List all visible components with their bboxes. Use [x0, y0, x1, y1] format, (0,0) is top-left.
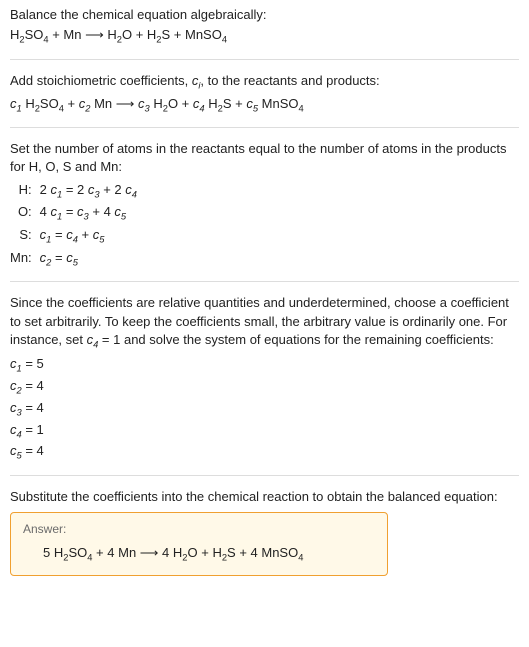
solved-coefficients: c1 = 5 c2 = 4 c3 = 4 c4 = 1 c5 = 4 — [10, 355, 519, 462]
row-label-s: S: — [10, 226, 32, 247]
product-h2o: H2O — [107, 27, 132, 42]
divider — [10, 281, 519, 282]
stoich-equation: c1 H2SO4 + c2 Mn ⟶ c3 H2O + c4 H2S + c5 … — [10, 95, 519, 116]
stoich-intro: Add stoichiometric coefficients, ci, to … — [10, 72, 519, 93]
row-eq-s: c1 = c4 + c5 — [40, 226, 137, 247]
arrow-icon: ⟶ — [112, 96, 138, 111]
answer-label: Answer: — [23, 521, 375, 538]
substitute-text: Substitute the coefficients into the che… — [10, 488, 519, 506]
coeff-c2: c2 = 4 — [10, 377, 519, 398]
divider — [10, 127, 519, 128]
atom-balance-table: H: 2 c1 = 2 c3 + 2 c4 O: 4 c1 = c3 + 4 c… — [10, 181, 519, 270]
answer-box: Answer: 5 H2SO4 + 4 Mn ⟶ 4 H2O + H2S + 4… — [10, 512, 388, 575]
coeff-c5: c5 = 4 — [10, 442, 519, 463]
row-eq-h: 2 c1 = 2 c3 + 2 c4 — [40, 181, 137, 202]
divider — [10, 475, 519, 476]
divider — [10, 59, 519, 60]
product-h2s: H2S — [147, 27, 170, 42]
row-label-o: O: — [10, 203, 32, 224]
balanced-equation: 5 H2SO4 + 4 Mn ⟶ 4 H2O + H2S + 4 MnSO4 — [23, 544, 375, 565]
arrow-icon: ⟶ — [81, 27, 107, 42]
intro-text: Balance the chemical equation algebraica… — [10, 6, 519, 24]
choose-coeff-text: Since the coefficients are relative quan… — [10, 294, 519, 351]
unbalanced-equation: H2SO4 + Mn ⟶ H2O + H2S + MnSO4 — [10, 26, 519, 47]
row-label-mn: Mn: — [10, 249, 32, 270]
atom-balance-intro: Set the number of atoms in the reactants… — [10, 140, 519, 176]
reactant-h2so4: H2SO4 — [10, 27, 49, 42]
reactant-mn: Mn — [63, 27, 81, 42]
row-label-h: H: — [10, 181, 32, 202]
row-eq-o: 4 c1 = c3 + 4 c5 — [40, 203, 137, 224]
coeff-c1: c1 = 5 — [10, 355, 519, 376]
coeff-c4: c4 = 1 — [10, 421, 519, 442]
row-eq-mn: c2 = c5 — [40, 249, 137, 270]
coeff-c3: c3 = 4 — [10, 399, 519, 420]
product-mnso4: MnSO4 — [185, 27, 227, 42]
arrow-icon: ⟶ — [136, 545, 162, 560]
